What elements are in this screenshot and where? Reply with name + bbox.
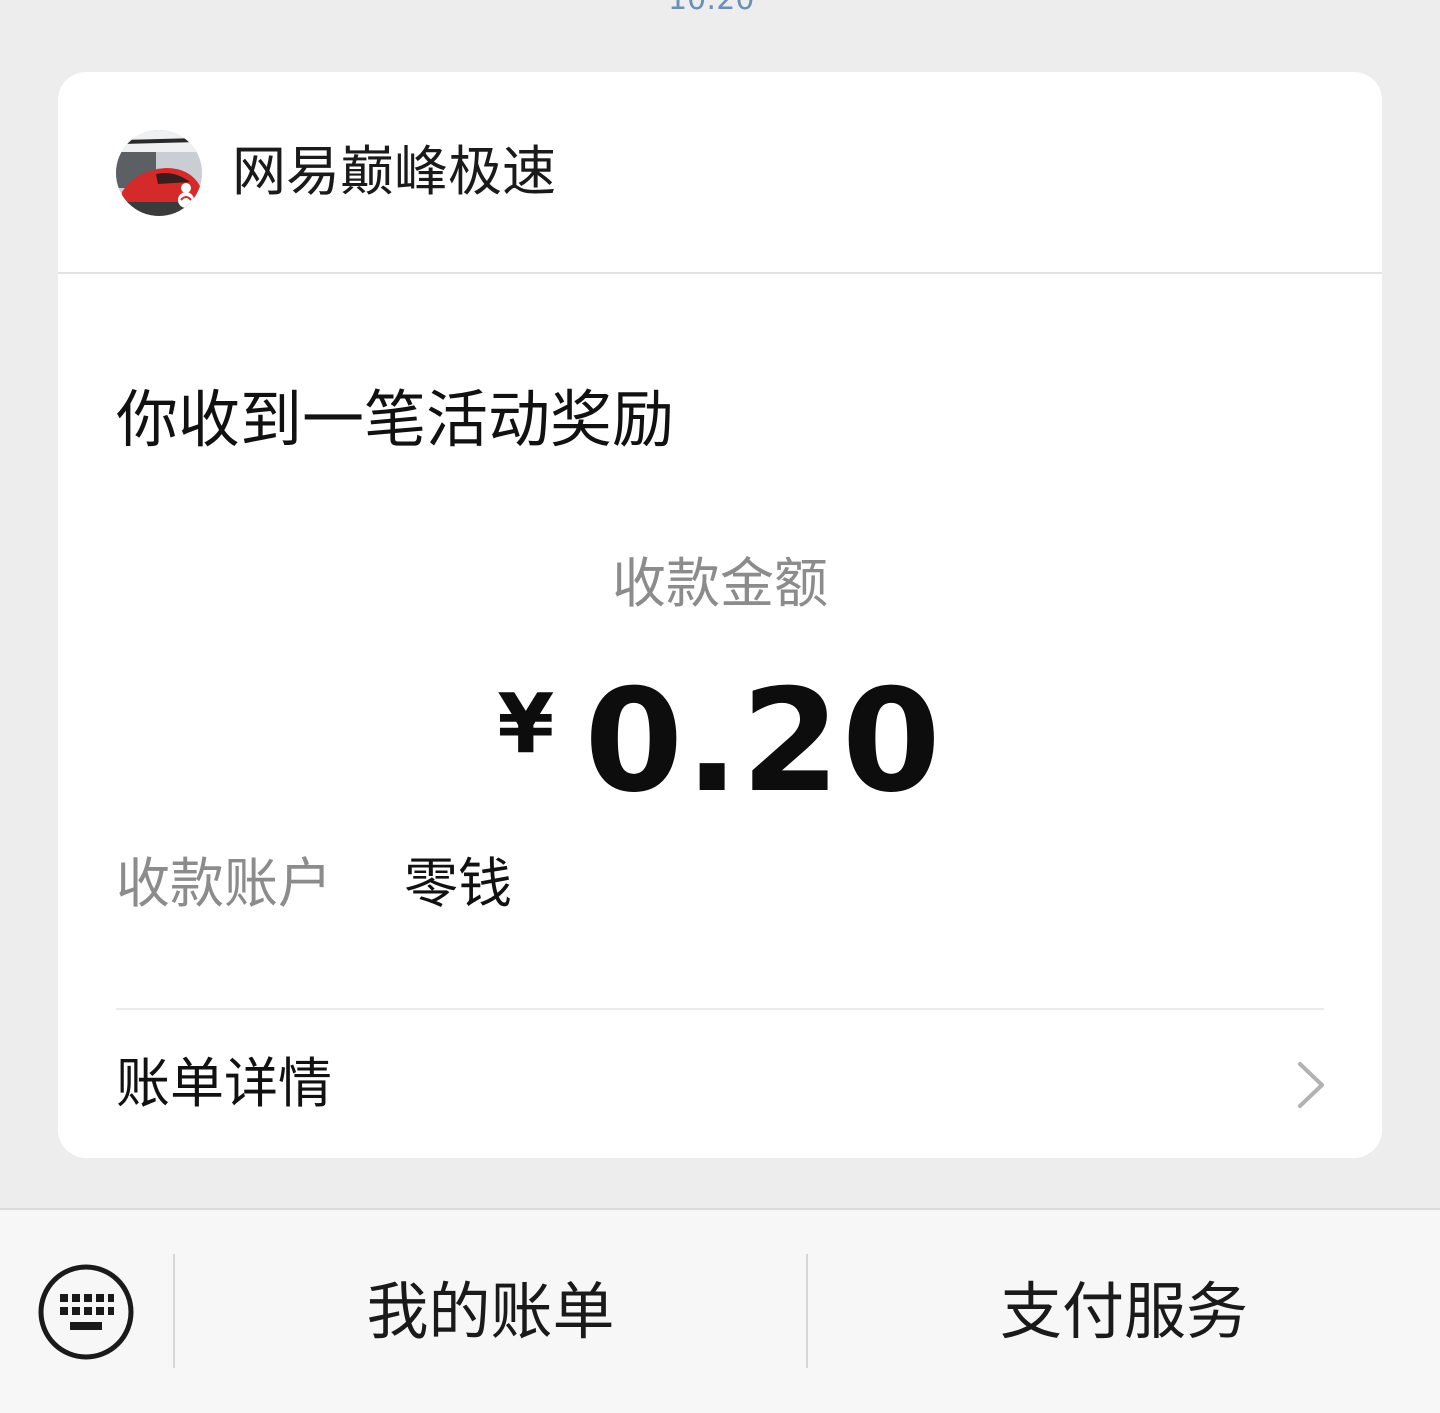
bill-details-row[interactable]: 账单详情 bbox=[58, 1012, 1382, 1158]
chat-timestamp: 10:20 bbox=[668, 0, 754, 16]
amount-label: 收款金额 bbox=[612, 552, 828, 615]
keyboard-toggle-button[interactable] bbox=[36, 1262, 136, 1362]
game-car-avatar-icon bbox=[116, 130, 202, 216]
sender-name: 网易巅峰极速 bbox=[232, 140, 556, 203]
chat-timestamp-partial: 10:20 bbox=[668, 0, 772, 16]
payment-notification-card[interactable]: 网易巅峰极速 你收到一笔活动奖励 收款金额 ¥0.20 收款账户 零钱 账单详情 bbox=[58, 72, 1382, 1158]
card-header: 网易巅峰极速 bbox=[58, 72, 1382, 274]
currency-symbol: ¥ bbox=[497, 677, 555, 772]
my-bills-button[interactable]: 我的账单 bbox=[175, 1272, 806, 1352]
sender-avatar bbox=[116, 130, 202, 216]
bottom-menu-bar: 我的账单 支付服务 bbox=[0, 1208, 1440, 1413]
amount-value: 0.20 bbox=[584, 659, 943, 824]
chevron-right-icon bbox=[1298, 1062, 1324, 1108]
bill-details-label: 账单详情 bbox=[116, 1052, 332, 1115]
keyboard-icon bbox=[38, 1264, 134, 1360]
amount-display: ¥0.20 bbox=[58, 659, 1382, 824]
divider bbox=[116, 1008, 1324, 1010]
notification-headline: 你收到一笔活动奖励 bbox=[116, 383, 675, 456]
account-label: 收款账户 bbox=[116, 852, 332, 915]
account-value: 零钱 bbox=[404, 852, 512, 915]
pay-services-button[interactable]: 支付服务 bbox=[808, 1272, 1440, 1352]
